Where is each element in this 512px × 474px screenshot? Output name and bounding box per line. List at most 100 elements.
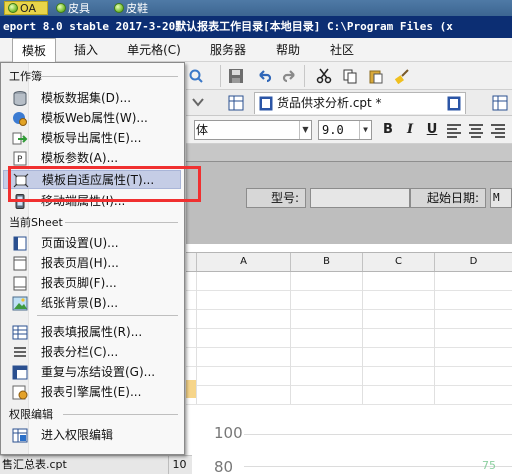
menu-item-label: 模板数据集(D)... (41, 91, 132, 105)
taskbar-item-leather-shoes[interactable]: 皮鞋 (111, 1, 163, 15)
chevron-down-icon[interactable]: ▼ (359, 121, 371, 139)
chart-value-label: 75 (482, 459, 496, 472)
font-family-select[interactable]: 体 ▼ (194, 120, 312, 140)
dropdown-arrow-icon[interactable] (190, 94, 206, 110)
chart-gridline (244, 466, 512, 467)
app-orb-icon (8, 3, 18, 13)
page-setup-icon (13, 236, 27, 251)
menu-item-label: 报表页脚(F)... (41, 276, 117, 290)
paste-icon[interactable] (368, 68, 384, 84)
grid-icon[interactable] (492, 95, 508, 111)
model-label: 型号: (246, 188, 306, 208)
menu-server[interactable]: 服务器 (200, 38, 256, 62)
menu-item-label: 模板Web属性(W)... (41, 111, 148, 125)
font-size-select[interactable]: 9.0 ▼ (318, 120, 372, 140)
menu-item-label: 报表分栏(C)... (41, 345, 119, 359)
column-header-b[interactable]: B (290, 253, 362, 271)
underline-icon[interactable]: U (424, 122, 440, 138)
grid-line (196, 272, 197, 404)
format-painter-icon[interactable] (394, 68, 410, 84)
menu-help[interactable]: 帮助 (266, 38, 310, 62)
window-title: eport 8.0 stable 2017-3-20默认报表工作目录[本地目录]… (3, 20, 453, 33)
menu-item-template-dataset[interactable]: 模板数据集(D)... (3, 89, 181, 108)
footer-icon (13, 276, 27, 291)
menu-item-label: 进入权限编辑 (41, 428, 114, 442)
new-report-icon[interactable] (228, 95, 244, 111)
tab-label: 货品供求分析.cpt * (277, 96, 382, 110)
menu-separator (37, 76, 178, 77)
start-date-value: M (493, 191, 500, 204)
menu-item-label: 重复与冻结设置(G)... (41, 365, 156, 379)
search-icon[interactable] (188, 68, 204, 84)
menu-item-report-columns[interactable]: 报表分栏(C)... (3, 343, 181, 362)
menu-item-page-setup[interactable]: 页面设置(U)... (3, 234, 181, 253)
grid-row (186, 272, 512, 291)
menu-separator (63, 414, 178, 415)
grid-row (186, 329, 512, 348)
copy-icon[interactable] (342, 68, 358, 84)
chart-y-label: 80 (214, 458, 234, 474)
menu-bar: 模板 插入 单元格(C) 服务器 帮助 社区 (0, 38, 512, 62)
column-header-c[interactable]: C (362, 253, 434, 271)
taskbar-item-oa[interactable]: OA (4, 1, 48, 15)
column-header-a[interactable]: A (196, 253, 290, 271)
menu-item-label: 模板导出属性(E)... (41, 131, 142, 145)
menu-item-template-export-properties[interactable]: 模板导出属性(E)... (3, 129, 181, 148)
main-toolbar (186, 62, 512, 90)
highlight-annotation-box (8, 166, 201, 202)
export-icon (12, 132, 28, 145)
taskbar-item-label: 皮具 (68, 2, 90, 15)
menu-item-report-footer[interactable]: 报表页脚(F)... (3, 274, 181, 293)
grid-row (186, 291, 512, 310)
taskbar: OA 皮具 皮鞋 (0, 0, 512, 16)
freeze-icon (12, 365, 28, 380)
grid-row (186, 367, 512, 386)
tab-report-file[interactable]: 货品供求分析.cpt * (254, 92, 466, 114)
chevron-down-icon[interactable]: ▼ (299, 121, 311, 139)
menu-item-paper-background[interactable]: 纸张背景(B)... (3, 294, 181, 313)
model-input[interactable] (310, 188, 410, 208)
menu-template[interactable]: 模板 (12, 38, 56, 62)
cut-icon[interactable] (316, 68, 332, 84)
menu-item-label: 报表填报属性(R)... (41, 325, 143, 339)
taskbar-item-label: 皮鞋 (126, 2, 148, 15)
menu-cell[interactable]: 单元格(C) (118, 38, 190, 62)
file-status-bar: 售汇总表.cpt 10 (0, 455, 192, 474)
permission-icon (12, 428, 28, 443)
menu-item-report-fill-properties[interactable]: 报表填报属性(R)... (3, 323, 181, 342)
header-icon (13, 256, 27, 271)
align-center-icon[interactable] (468, 122, 484, 138)
menu-community[interactable]: 社区 (320, 38, 364, 62)
menu-item-repeat-freeze-settings[interactable]: 重复与冻结设置(G)... (3, 363, 181, 382)
redo-icon[interactable] (282, 68, 298, 84)
start-date-input[interactable]: M (490, 188, 512, 208)
menu-item-template-web-properties[interactable]: 模板Web属性(W)... (3, 109, 181, 128)
chart-y-label: 100 (214, 424, 243, 442)
menu-item-report-header[interactable]: 报表页眉(H)... (3, 254, 181, 273)
taskbar-item-leather-goods[interactable]: 皮具 (53, 1, 105, 15)
save-icon[interactable] (228, 68, 244, 84)
window-title-bar: eport 8.0 stable 2017-3-20默认报表工作目录[本地目录]… (0, 16, 512, 38)
bold-icon[interactable]: B (380, 122, 396, 138)
fill-report-icon (12, 325, 28, 340)
menu-item-report-engine-properties[interactable]: 报表引擎属性(E)... (3, 383, 181, 402)
undo-icon[interactable] (256, 68, 272, 84)
menu-separator (65, 222, 178, 223)
column-header: A B C D (186, 252, 512, 272)
italic-icon[interactable]: I (402, 122, 418, 138)
columns-icon (14, 347, 26, 357)
status-number: 10 (168, 456, 190, 474)
align-right-icon[interactable] (490, 122, 506, 138)
column-header-d[interactable]: D (434, 253, 512, 271)
svg-text:P: P (17, 155, 23, 165)
align-left-icon[interactable] (446, 122, 462, 138)
start-date-label: 起始日期: (410, 188, 486, 208)
menu-item-label: 纸张背景(B)... (41, 296, 119, 310)
grid-row (186, 386, 512, 405)
app-orb-icon (56, 3, 66, 13)
menu-item-enter-permission-edit[interactable]: 进入权限编辑 (3, 426, 181, 445)
menu-insert[interactable]: 插入 (66, 38, 106, 62)
row-header-selected (186, 380, 196, 398)
report-file-icon (447, 96, 461, 111)
menu-section-current-sheet: 当前Sheet (9, 216, 63, 229)
